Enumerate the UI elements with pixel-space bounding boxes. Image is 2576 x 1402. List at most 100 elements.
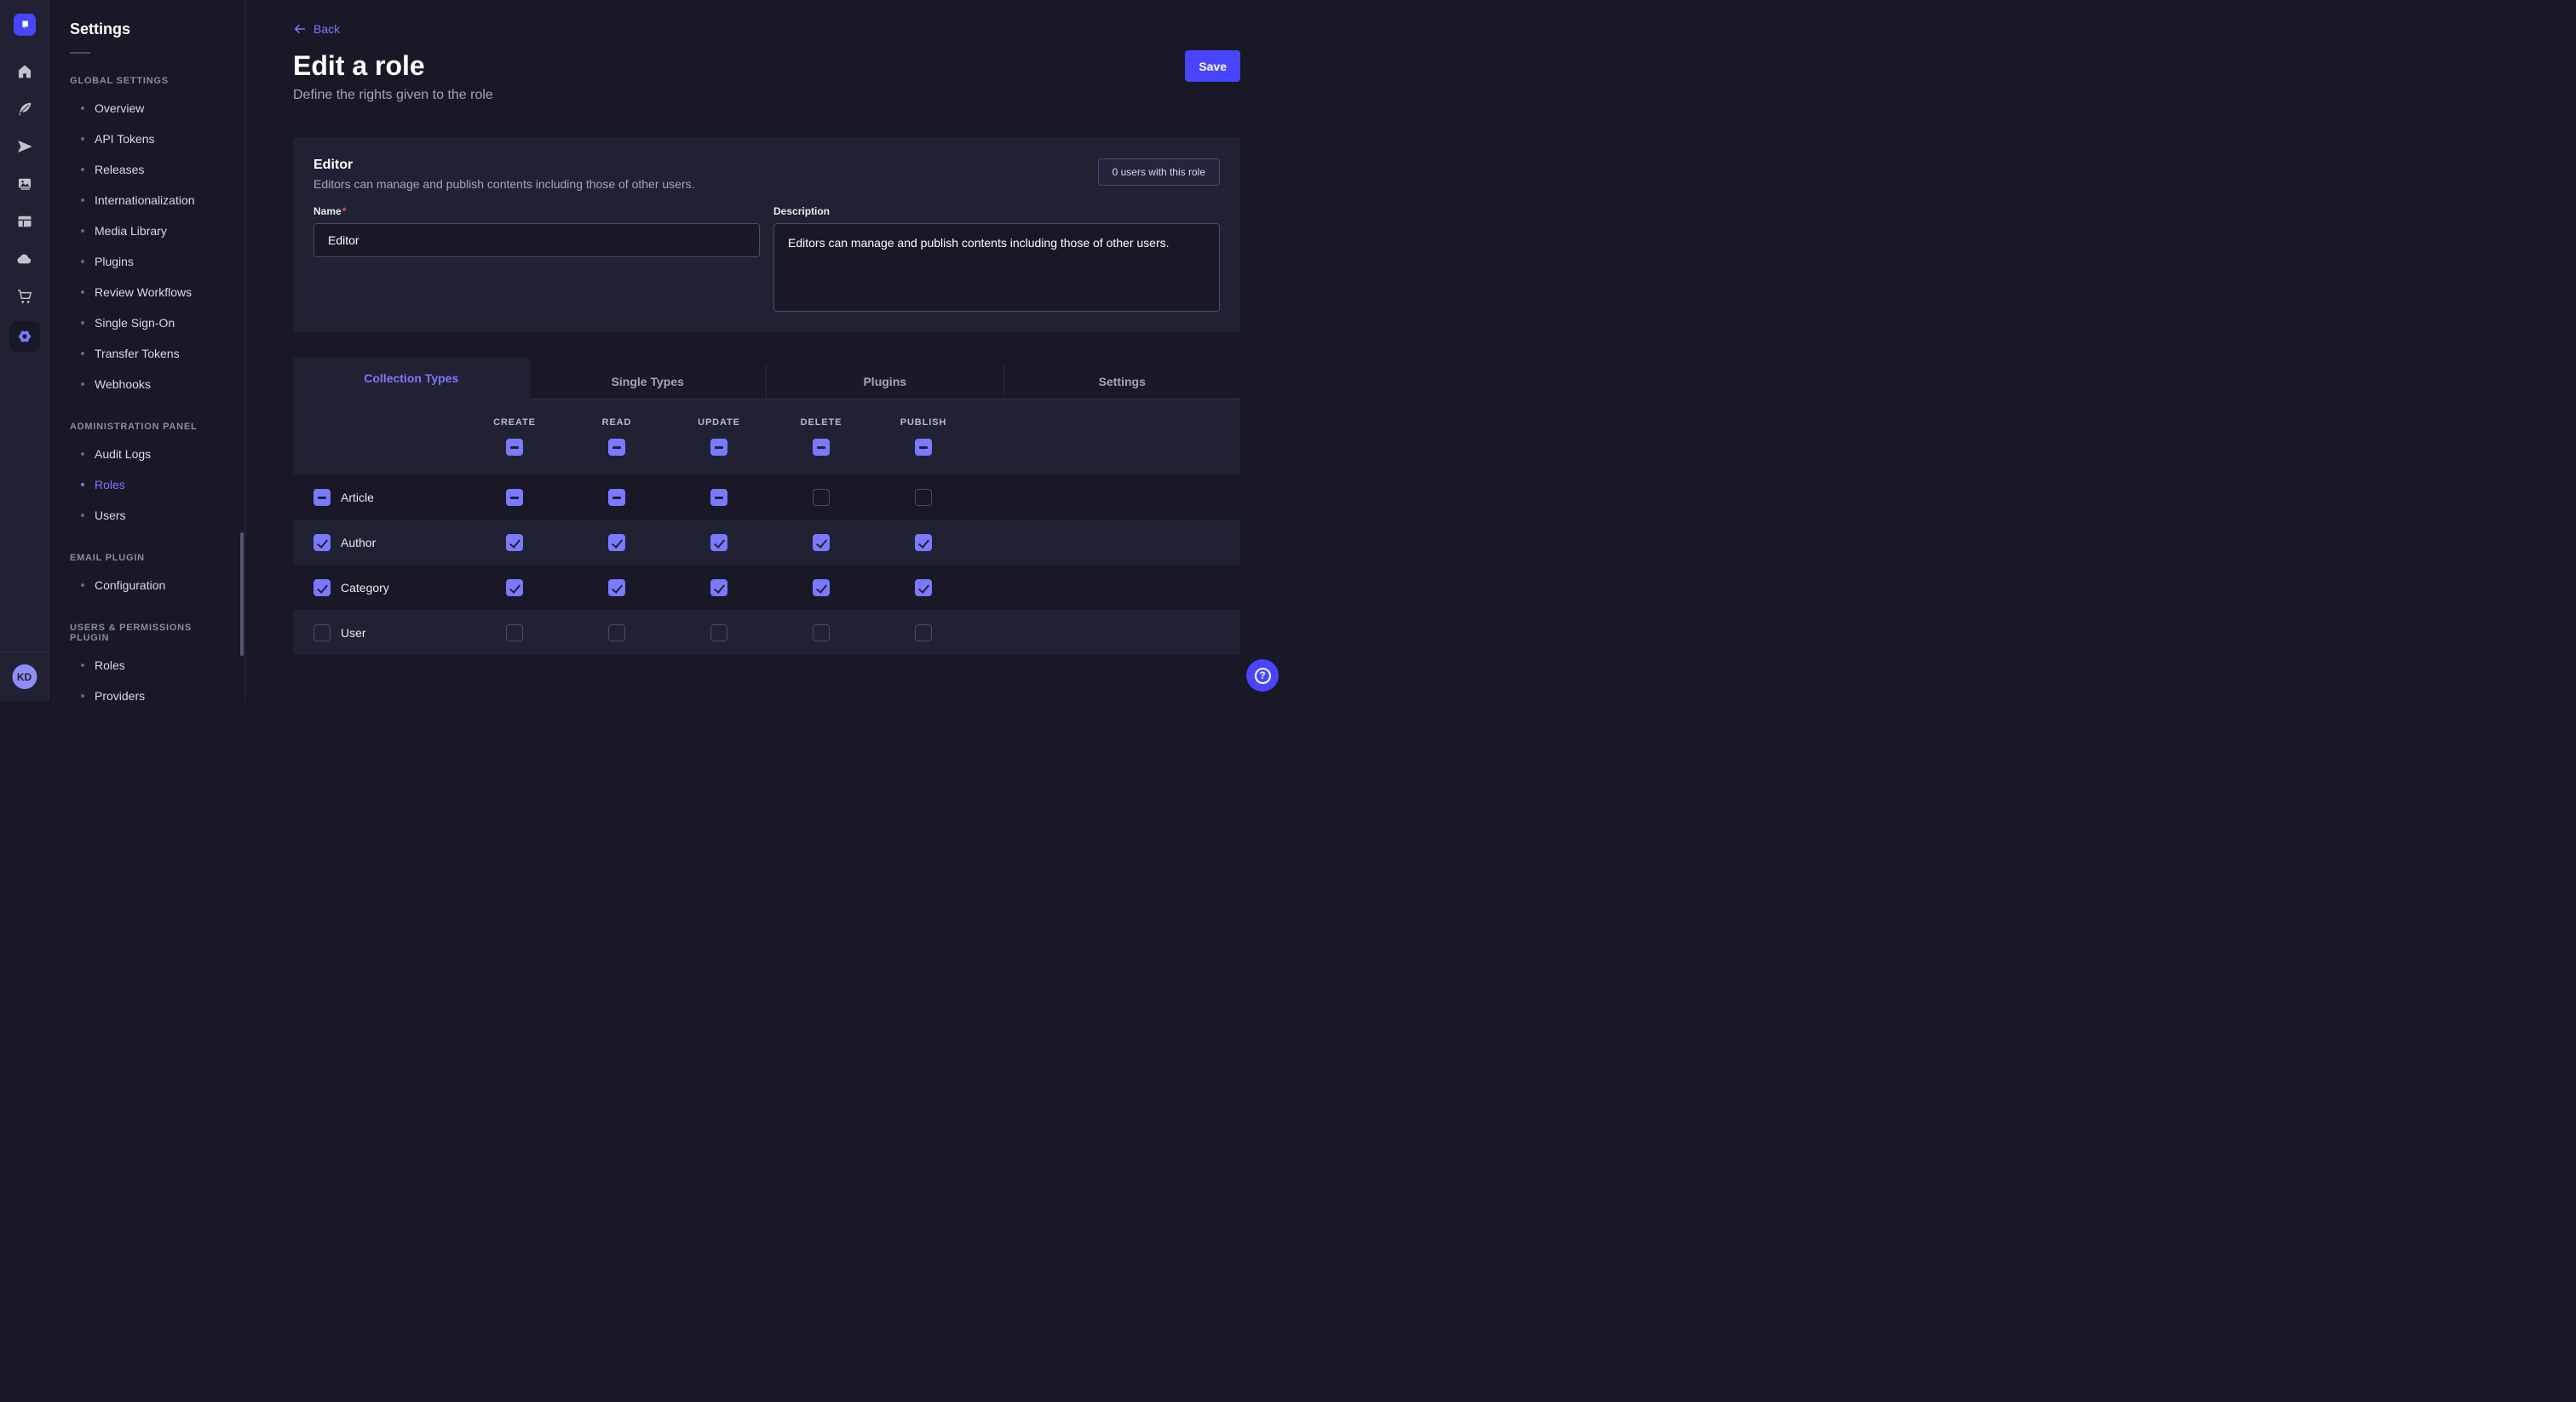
subnav-title: Settings bbox=[49, 20, 244, 38]
sidebar-item-transfer-tokens[interactable]: Transfer Tokens bbox=[49, 338, 244, 369]
permission-cell bbox=[566, 579, 668, 596]
sidebar-item-roles[interactable]: Roles bbox=[49, 469, 244, 500]
article-row-checkbox[interactable] bbox=[313, 489, 331, 506]
layout-icon bbox=[16, 213, 33, 230]
permission-cell bbox=[872, 489, 975, 506]
name-input[interactable] bbox=[313, 223, 760, 257]
user-update-checkbox[interactable] bbox=[710, 624, 727, 641]
sidebar-item-users[interactable]: Users bbox=[49, 500, 244, 531]
row-label[interactable]: User bbox=[341, 626, 366, 640]
tab-settings[interactable]: Settings bbox=[1003, 365, 1241, 399]
author-delete-checkbox[interactable] bbox=[813, 534, 830, 551]
sidebar-item-audit-logs[interactable]: Audit Logs bbox=[49, 439, 244, 469]
sidebar-item-roles[interactable]: Roles bbox=[49, 650, 244, 681]
sidebar-item-plugins[interactable]: Plugins bbox=[49, 246, 244, 277]
sidebar-item-media-library[interactable]: Media Library bbox=[49, 215, 244, 246]
user-read-checkbox[interactable] bbox=[608, 624, 625, 641]
sidebar-item-label: Audit Logs bbox=[95, 447, 151, 461]
main-nav-rail: KD bbox=[0, 0, 49, 701]
title-row: Edit a role Save bbox=[293, 50, 1240, 82]
select-all-read-checkbox[interactable] bbox=[608, 439, 625, 456]
author-create-checkbox[interactable] bbox=[506, 534, 523, 551]
permission-cell bbox=[872, 579, 975, 596]
strapi-logo[interactable] bbox=[14, 14, 36, 36]
nav-deploy-button[interactable] bbox=[12, 134, 37, 159]
category-read-checkbox[interactable] bbox=[608, 579, 625, 596]
user-avatar[interactable]: KD bbox=[12, 664, 37, 689]
category-update-checkbox[interactable] bbox=[710, 579, 727, 596]
nav-settings-button[interactable] bbox=[9, 321, 40, 352]
category-create-checkbox[interactable] bbox=[506, 579, 523, 596]
user-publish-checkbox[interactable] bbox=[915, 624, 932, 641]
row-label[interactable]: Category bbox=[341, 581, 389, 595]
bullet-icon bbox=[81, 229, 84, 233]
sidebar-item-webhooks[interactable]: Webhooks bbox=[49, 369, 244, 399]
sidebar-item-releases[interactable]: Releases bbox=[49, 154, 244, 185]
nav-media-library-button[interactable] bbox=[12, 171, 37, 197]
tab-plugins[interactable]: Plugins bbox=[766, 365, 1003, 399]
bullet-icon bbox=[81, 664, 84, 667]
gear-icon bbox=[16, 328, 33, 345]
feather-icon bbox=[16, 101, 33, 118]
user-create-checkbox[interactable] bbox=[506, 624, 523, 641]
bullet-icon bbox=[81, 583, 84, 587]
author-row-checkbox[interactable] bbox=[313, 534, 331, 551]
row-label[interactable]: Author bbox=[341, 536, 376, 549]
description-textarea[interactable]: Editors can manage and publish contents … bbox=[773, 223, 1220, 312]
select-all-publish-checkbox[interactable] bbox=[915, 439, 932, 456]
save-button[interactable]: Save bbox=[1185, 50, 1240, 82]
article-read-checkbox[interactable] bbox=[608, 489, 625, 506]
permission-cell bbox=[566, 624, 668, 641]
user-row-checkbox[interactable] bbox=[313, 624, 331, 641]
sidebar-item-internationalization[interactable]: Internationalization bbox=[49, 185, 244, 215]
sidebar-section: USERS & PERMISSIONS PLUGIN Roles Provide… bbox=[49, 623, 244, 701]
select-all-update-checkbox[interactable] bbox=[710, 439, 727, 456]
nav-marketplace-button[interactable] bbox=[12, 284, 37, 309]
article-create-checkbox[interactable] bbox=[506, 489, 523, 506]
bullet-icon bbox=[81, 694, 84, 698]
tab-single-types[interactable]: Single Types bbox=[530, 365, 767, 399]
nav-content-type-builder-button[interactable] bbox=[12, 209, 37, 234]
sidebar-item-configuration[interactable]: Configuration bbox=[49, 570, 244, 600]
rail-icon-list bbox=[0, 59, 49, 352]
sidebar-item-review-workflows[interactable]: Review Workflows bbox=[49, 277, 244, 307]
strapi-logo-icon bbox=[18, 18, 32, 32]
sidebar-item-label: Media Library bbox=[95, 224, 167, 238]
subnav-scrollbar-thumb[interactable] bbox=[240, 532, 244, 656]
sidebar-item-label: Review Workflows bbox=[95, 285, 192, 299]
header-column-delete: DELETE bbox=[770, 399, 872, 474]
author-publish-checkbox[interactable] bbox=[915, 534, 932, 551]
role-fields: Name* Description Editors can manage and… bbox=[313, 204, 1220, 312]
category-delete-checkbox[interactable] bbox=[813, 579, 830, 596]
nav-home-button[interactable] bbox=[12, 59, 37, 84]
category-publish-checkbox[interactable] bbox=[915, 579, 932, 596]
help-button[interactable]: ? bbox=[1246, 659, 1279, 692]
sidebar-item-providers[interactable]: Providers bbox=[49, 681, 244, 701]
author-update-checkbox[interactable] bbox=[710, 534, 727, 551]
sidebar-item-label: Providers bbox=[95, 689, 145, 701]
role-details-card: Editor Editors can manage and publish co… bbox=[293, 137, 1240, 332]
category-row-checkbox[interactable] bbox=[313, 579, 331, 596]
author-read-checkbox[interactable] bbox=[608, 534, 625, 551]
users-with-role-button[interactable]: 0 users with this role bbox=[1098, 158, 1220, 186]
row-label[interactable]: Article bbox=[341, 491, 374, 504]
table-row-author: Author bbox=[293, 520, 1240, 565]
question-mark-icon: ? bbox=[1255, 668, 1271, 684]
permission-cell bbox=[463, 489, 566, 506]
tab-collection-types[interactable]: Collection Types bbox=[293, 357, 530, 399]
row-name-cell: User bbox=[293, 624, 463, 641]
back-link[interactable]: Back bbox=[293, 22, 340, 36]
user-delete-checkbox[interactable] bbox=[813, 624, 830, 641]
sidebar-item-single-sign-on[interactable]: Single Sign-On bbox=[49, 307, 244, 338]
nav-content-button[interactable] bbox=[12, 96, 37, 122]
article-update-checkbox[interactable] bbox=[710, 489, 727, 506]
sidebar-item-label: Overview bbox=[95, 101, 144, 115]
article-publish-checkbox[interactable] bbox=[915, 489, 932, 506]
sidebar-item-api-tokens[interactable]: API Tokens bbox=[49, 124, 244, 154]
nav-cloud-button[interactable] bbox=[12, 246, 37, 272]
article-delete-checkbox[interactable] bbox=[813, 489, 830, 506]
role-description-text: Editors can manage and publish contents … bbox=[313, 177, 1220, 191]
select-all-create-checkbox[interactable] bbox=[506, 439, 523, 456]
sidebar-item-overview[interactable]: Overview bbox=[49, 93, 244, 124]
select-all-delete-checkbox[interactable] bbox=[813, 439, 830, 456]
